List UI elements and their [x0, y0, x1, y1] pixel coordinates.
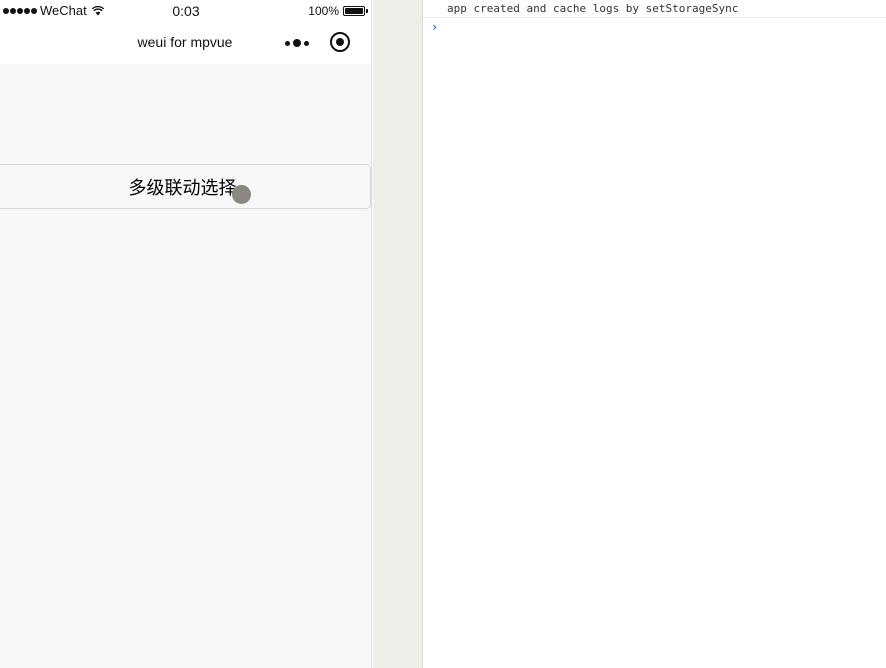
battery-icon — [343, 6, 368, 16]
console-input[interactable] — [445, 20, 875, 34]
console-prompt[interactable]: › — [423, 18, 886, 38]
console-log-text: app created and cache logs by setStorage… — [447, 2, 739, 15]
status-bar: WeChat 0:03 100% — [0, 0, 371, 22]
chevron-right-icon: › — [431, 20, 439, 34]
record-close-icon[interactable] — [330, 32, 350, 52]
more-dot — [285, 40, 290, 46]
panel-divider[interactable] — [373, 0, 423, 668]
phone-simulator: WeChat 0:03 100% weui for mpvue 多级联动选择 — [0, 0, 372, 668]
touch-indicator-icon — [232, 185, 251, 204]
battery-tip — [366, 9, 368, 13]
console-panel: app created and cache logs by setStorage… — [423, 0, 886, 668]
more-dot — [293, 39, 301, 47]
more-dot — [304, 40, 309, 46]
screen: WeChat 0:03 100% weui for mpvue 多级联动选择 a… — [0, 0, 886, 668]
battery-fill — [345, 8, 363, 14]
more-dots-icon[interactable] — [285, 36, 309, 50]
page-body: 多级联动选择 — [0, 64, 371, 668]
nav-bar: weui for mpvue — [0, 22, 371, 64]
status-right: 100% — [308, 4, 368, 18]
battery-percent: 100% — [308, 4, 339, 18]
console-log-line: app created and cache logs by setStorage… — [423, 0, 886, 18]
cascade-select-button[interactable]: 多级联动选择 — [0, 164, 371, 209]
page-title: weui for mpvue — [137, 34, 233, 50]
